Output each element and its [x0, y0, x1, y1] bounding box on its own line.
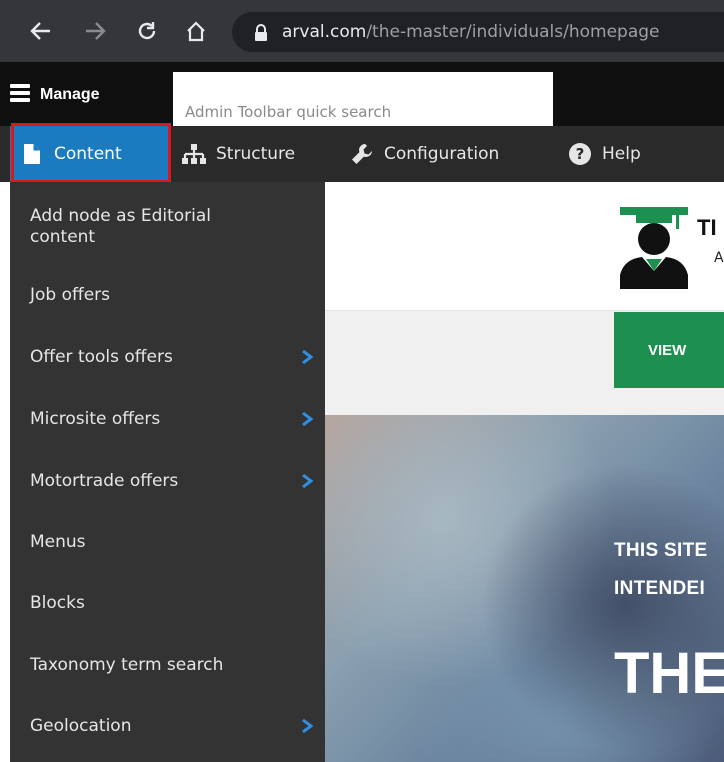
chevron-right-icon	[302, 474, 313, 488]
menu-item-blocks[interactable]: Blocks	[10, 578, 325, 628]
menu-item-label: Motortrade offers	[30, 471, 179, 491]
tab-content-label: Content	[54, 144, 122, 164]
menu-item-label: Microsite offers	[30, 409, 161, 429]
admin-search-input[interactable]	[173, 72, 553, 126]
url-text[interactable]: arval.com/the-master/individuals/homepag…	[282, 22, 660, 42]
menu-item-geolocation[interactable]: Geolocation	[10, 701, 325, 751]
site-logo-text: TI	[697, 215, 717, 240]
hamburger-icon	[10, 84, 30, 102]
manage-button[interactable]: Manage	[0, 62, 172, 126]
menu-item-label: Offer tools offers	[30, 347, 173, 367]
back-arrow-icon	[30, 22, 50, 40]
menu-item-label: Job offers	[30, 285, 111, 305]
tab-structure-label: Structure	[216, 144, 296, 164]
menu-item-microsite-offers[interactable]: Microsite offers	[10, 394, 325, 444]
tab-help[interactable]: ? Help	[568, 126, 641, 182]
admin-search[interactable]	[173, 72, 553, 126]
graduate-logo-icon	[620, 207, 688, 289]
chevron-right-icon	[302, 719, 313, 733]
wrench-icon	[350, 142, 374, 166]
menu-item-taxonomy-term-search[interactable]: Taxonomy term search	[10, 640, 325, 690]
menu-item-label: Blocks	[30, 593, 85, 613]
view-button[interactable]: VIEW	[614, 312, 724, 388]
site-logo-subtitle: A	[714, 250, 724, 266]
back-button[interactable]	[28, 18, 54, 44]
lock-icon	[255, 24, 267, 41]
menu-item-label: Taxonomy term search	[30, 655, 224, 675]
forward-arrow-icon	[86, 22, 106, 40]
menu-item-motortrade-offers[interactable]: Motortrade offers	[10, 456, 325, 506]
tab-help-label: Help	[602, 144, 641, 164]
menu-item-add-node-editorial[interactable]: Add node as Editorial content	[10, 196, 325, 258]
forward-button[interactable]	[82, 18, 108, 44]
chevron-right-icon	[302, 412, 313, 426]
menu-item-label: Menus	[30, 532, 86, 552]
menu-item-job-offers[interactable]: Job offers	[10, 270, 325, 320]
hero-text-line2: INTENDEI	[614, 578, 706, 599]
home-button[interactable]	[183, 18, 209, 44]
tab-structure[interactable]: Structure	[182, 126, 295, 182]
page-icon	[20, 142, 44, 166]
hero-text-line1: THIS SITE	[614, 540, 708, 561]
menu-item-label: Geolocation	[30, 716, 132, 736]
svg-text:?: ?	[576, 145, 585, 163]
sitemap-icon	[182, 142, 206, 166]
menu-item-offer-tools-offers[interactable]: Offer tools offers	[10, 332, 325, 382]
tab-configuration-label: Configuration	[384, 144, 500, 164]
tab-configuration[interactable]: Configuration	[350, 126, 499, 182]
chevron-right-icon	[302, 350, 313, 364]
hero-title: THE	[614, 641, 724, 706]
tab-content[interactable]: Content	[10, 126, 170, 182]
home-icon	[187, 21, 205, 42]
reload-button[interactable]	[134, 18, 160, 44]
url-domain: arval.com	[282, 22, 367, 42]
reload-icon	[138, 22, 156, 40]
url-path: /the-master/individuals/homepage	[366, 22, 660, 42]
menu-item-menus[interactable]: Menus	[10, 517, 325, 567]
menu-item-label: Add node as Editorial content	[30, 206, 211, 247]
manage-label: Manage	[40, 86, 100, 103]
help-icon: ?	[568, 142, 592, 166]
